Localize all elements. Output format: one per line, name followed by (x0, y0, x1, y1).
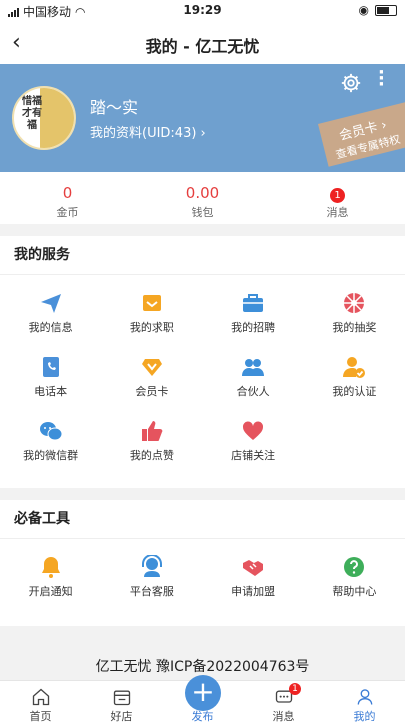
coins-stat[interactable]: 0 金币 (0, 172, 135, 224)
help-icon (344, 557, 365, 577)
envelope-icon (142, 295, 161, 311)
bell-icon (41, 557, 60, 578)
service-item[interactable]: 我的微信群 (0, 413, 101, 477)
tool-item[interactable]: 帮助中心 (304, 549, 405, 613)
wallet-stat[interactable]: 0.00 钱包 (135, 172, 270, 224)
avatar-text: 惜福才有福 (22, 96, 42, 131)
vip-diamond-icon (141, 359, 162, 376)
clock: 19:29 (183, 3, 222, 17)
paper-plane-icon (40, 294, 61, 313)
service-item-label: 电话本 (34, 385, 68, 398)
tab-messages-label: 消息 (272, 710, 295, 723)
profile-header: 惜福才有福 踏～实 我的资料(UID:43) › · · · 会员卡 › 查看专属特… (0, 64, 405, 172)
tool-item-label: 申请加盟 (231, 585, 276, 598)
stats-row: 0 金币 0.00 钱包 1 消息 (0, 172, 405, 224)
wallet-value: 0.00 (185, 184, 220, 202)
service-item-label: 我的信息 (28, 321, 73, 334)
tool-item-label: 平台客服 (129, 585, 174, 598)
service-item-label: 我的抽奖 (332, 321, 377, 334)
service-item-label: 我的微信群 (23, 449, 79, 462)
icp-footer: 亿工无忧 豫ICP备2022004763号 (95, 659, 310, 675)
service-item-label: 我的认证 (332, 385, 377, 398)
shop-icon (113, 690, 130, 706)
my-profile-link[interactable]: 我的资料(UID:43) › (90, 122, 206, 141)
vip-card-button[interactable]: 会员卡 › 查看专属特权 (318, 97, 405, 167)
headset-icon (141, 555, 162, 577)
tab-home-label: 首页 (29, 710, 52, 723)
heart-icon (243, 421, 264, 440)
wechat-icon (39, 422, 63, 441)
battery-icon (375, 4, 397, 16)
tools-grid: 开启通知 平台客服 申请加盟 帮助中心 (0, 539, 405, 613)
tab-shop[interactable]: 好店 (81, 681, 162, 728)
thumbs-up-icon (141, 421, 163, 441)
services-title: 我的服务 (0, 236, 405, 275)
plus-icon: + (191, 675, 215, 708)
tool-item[interactable]: 平台客服 (101, 549, 202, 613)
tools-section: 必备工具 开启通知 平台客服 申请加盟 帮助中心 (0, 500, 405, 626)
tab-messages[interactable]: 1 消息 (243, 681, 324, 728)
user-icon (357, 689, 372, 705)
service-item[interactable]: 我的抽奖 (304, 285, 405, 349)
avatar[interactable]: 惜福才有福 (12, 86, 76, 150)
gear-icon[interactable] (340, 72, 362, 94)
handshake-icon (243, 560, 264, 576)
briefcase-icon (243, 294, 264, 312)
service-item[interactable]: 我的信息 (0, 285, 101, 349)
phonebook-icon (42, 357, 59, 377)
service-item[interactable]: 我的求职 (101, 285, 202, 349)
orientation-lock-icon: ◉ (358, 3, 369, 17)
tool-item-label: 开启通知 (28, 585, 73, 598)
service-item-label: 我的求职 (129, 321, 174, 334)
service-item[interactable]: 合伙人 (203, 349, 304, 413)
service-item-label: 合伙人 (236, 385, 270, 398)
tab-shop-label: 好店 (110, 710, 133, 723)
service-item-label: 店铺关注 (231, 449, 276, 462)
service-item-label: 我的招聘 (231, 321, 276, 334)
coins-value: 0 (62, 184, 73, 202)
service-item-label: 会员卡 (135, 385, 169, 398)
tools-title: 必备工具 (0, 500, 405, 539)
service-item[interactable]: 会员卡 (101, 349, 202, 413)
home-icon (32, 688, 49, 706)
publish-button[interactable]: + (185, 675, 221, 711)
messages-stat[interactable]: 1 消息 (270, 172, 405, 224)
service-item[interactable]: 我的认证 (304, 349, 405, 413)
prize-wheel-icon (344, 293, 365, 313)
tab-mine[interactable]: 我的 (324, 681, 405, 728)
messages-badge: 1 (330, 188, 345, 203)
tool-item[interactable]: 开启通知 (0, 549, 101, 613)
page-title: 我的 - 亿工无忧 (145, 37, 260, 56)
service-item[interactable]: 我的点赞 (101, 413, 202, 477)
user-name: 踏～实 (90, 98, 139, 117)
more-icon[interactable]: · · · (378, 64, 385, 94)
partners-icon (242, 359, 265, 376)
services-section: 我的服务 我的信息 我的求职 我的招聘 我的抽奖 电话本 会员卡 合伙人 我的认证 我的微信群我… (0, 236, 405, 488)
tab-mine-label: 我的 (353, 710, 376, 723)
service-item[interactable]: 店铺关注 (203, 413, 304, 477)
nav-bar: ‹ 我的 - 亿工无忧 (0, 22, 405, 64)
status-bar: 中国移动 ◠ 19:29 ◉ (0, 0, 405, 22)
verified-user-icon (343, 357, 366, 378)
tool-item[interactable]: 申请加盟 (203, 549, 304, 613)
tab-home[interactable]: 首页 (0, 681, 81, 728)
wallet-label: 钱包 (191, 206, 214, 219)
service-item[interactable]: 电话本 (0, 349, 101, 413)
coins-label: 金币 (56, 206, 79, 219)
messages-label: 消息 (326, 206, 349, 219)
service-item[interactable]: 我的招聘 (203, 285, 304, 349)
services-grid: 我的信息 我的求职 我的招聘 我的抽奖电话本 会员卡 合伙人 我的认证我的微信群 我的点赞 店铺… (0, 275, 405, 477)
service-item-label: 我的点赞 (129, 449, 174, 462)
tab-messages-badge: 1 (289, 683, 301, 695)
tool-item-label: 帮助中心 (332, 585, 377, 598)
